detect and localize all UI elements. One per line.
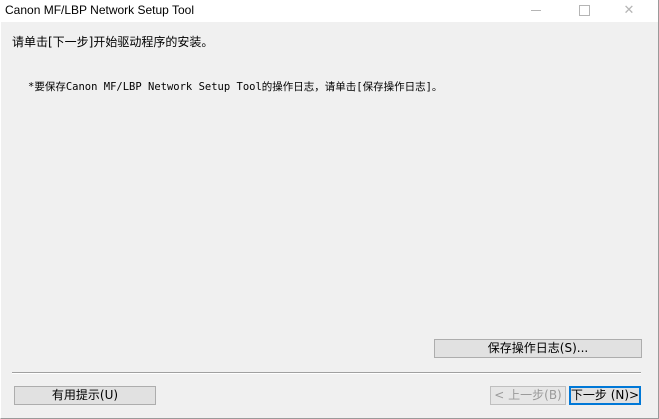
minimize-button[interactable]	[521, 0, 551, 22]
setup-window: Canon MF/LBP Network Setup Tool ✕ 请单击[下一…	[0, 0, 659, 419]
close-icon: ✕	[623, 3, 635, 18]
instruction-text: 请单击[下一步]开始驱动程序的安装。	[12, 35, 214, 49]
save-log-button[interactable]: 保存操作日志(S)...	[434, 339, 642, 358]
useful-hints-button[interactable]: 有用提示(U)	[14, 386, 156, 405]
maximize-button[interactable]	[569, 0, 599, 22]
next-button[interactable]: 下一步 (N)>	[569, 386, 641, 405]
close-button[interactable]: ✕	[614, 0, 644, 22]
minimize-icon	[531, 10, 541, 11]
title-bar: Canon MF/LBP Network Setup Tool ✕	[1, 0, 658, 22]
log-note-text: *要保存Canon MF/LBP Network Setup Tool的操作日志…	[28, 81, 443, 93]
window-title: Canon MF/LBP Network Setup Tool	[5, 3, 194, 17]
separator	[12, 372, 641, 374]
back-button[interactable]: < 上一步(B)	[490, 386, 566, 405]
maximize-icon	[578, 5, 590, 16]
